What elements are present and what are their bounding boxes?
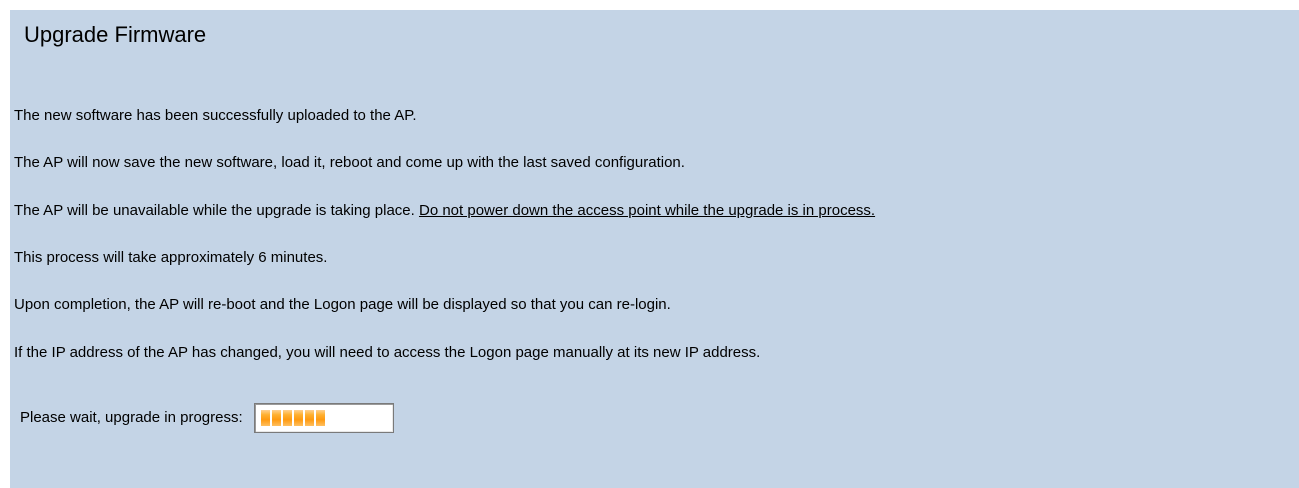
progress-segment xyxy=(304,410,314,426)
power-down-warning: Do not power down the access point while… xyxy=(418,202,876,219)
progress-segment xyxy=(315,410,325,426)
completion-message: Upon completion, the AP will re-boot and… xyxy=(14,296,671,313)
duration-message: This process will take approximately 6 m… xyxy=(14,249,328,266)
progress-segment xyxy=(271,410,281,426)
progress-segment xyxy=(260,410,270,426)
progress-segment xyxy=(293,410,303,426)
unavailable-message: The AP will be unavailable while the upg… xyxy=(14,201,875,221)
upgrade-progress: Please wait, upgrade in progress: xyxy=(20,401,394,435)
page-title: Upgrade Firmware xyxy=(24,22,207,47)
progress-segment xyxy=(282,410,292,426)
progress-label: Please wait, upgrade in progress: xyxy=(20,409,243,426)
ip-change-message: If the IP address of the AP has changed,… xyxy=(14,344,761,361)
unavailable-text: The AP will be unavailable while the upg… xyxy=(14,202,419,219)
save-reboot-message: The AP will now save the new software, l… xyxy=(14,154,685,171)
upgrade-firmware-panel: Upgrade Firmware The new software has be… xyxy=(10,10,1299,488)
upload-success-message: The new software has been successfully u… xyxy=(14,107,417,124)
progress-bar xyxy=(253,403,394,433)
